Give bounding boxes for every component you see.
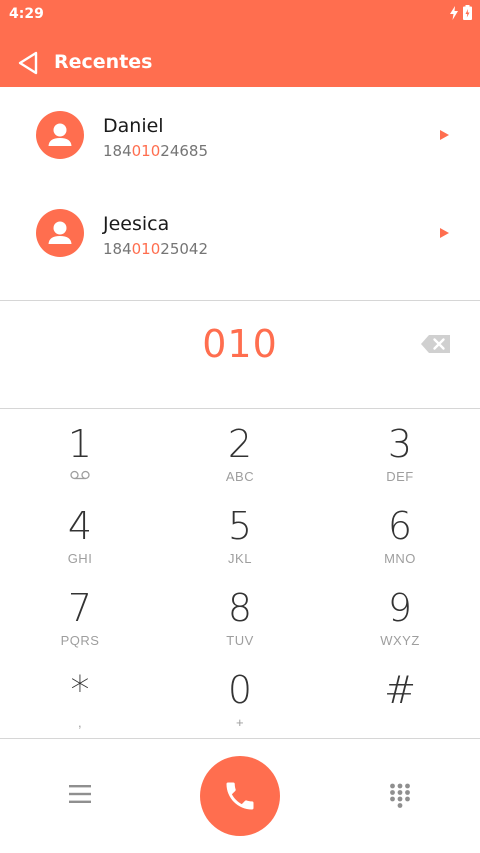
person-icon	[48, 221, 72, 244]
key-digit: 5	[227, 504, 253, 548]
app-header: 4:29 Recentes	[0, 0, 480, 87]
battery-icon	[463, 5, 472, 20]
contact-name: Jeesica	[103, 213, 170, 235]
key-9[interactable]: 9 WXYZ	[340, 586, 460, 666]
divider	[0, 408, 480, 409]
key-letters: PQRS	[60, 633, 100, 648]
key-0[interactable]: 0 +	[180, 668, 300, 748]
key-digit: *	[70, 668, 90, 712]
back-triangle-icon	[18, 51, 38, 75]
contact-number: 18401024685	[103, 142, 208, 160]
contact-name: Daniel	[103, 115, 164, 137]
key-letters: TUV	[226, 633, 254, 648]
phone-icon	[226, 782, 254, 810]
key-letters: WXYZ	[380, 633, 420, 648]
dialed-number[interactable]: 010	[0, 322, 480, 366]
number-prefix: 184	[103, 240, 132, 258]
key-digit: 6	[387, 504, 413, 548]
divider	[0, 738, 480, 739]
key-digit: 7	[67, 586, 93, 630]
key-letters: ABC	[225, 469, 255, 484]
call-button[interactable]	[200, 756, 280, 836]
key-digit: #	[384, 668, 416, 712]
menu-icon[interactable]	[69, 784, 91, 804]
key-1[interactable]: 1	[20, 422, 140, 502]
status-time: 4:29	[9, 6, 44, 22]
avatar	[36, 209, 84, 257]
key-6[interactable]: 6 MNO	[340, 504, 460, 584]
key-digit: 3	[387, 422, 413, 466]
number-suffix: 24685	[160, 142, 208, 160]
key-8[interactable]: 8 TUV	[180, 586, 300, 666]
key-digit: 2	[227, 422, 253, 466]
number-suffix: 25042	[160, 240, 208, 258]
key-7[interactable]: 7 PQRS	[20, 586, 140, 666]
key-5[interactable]: 5 JKL	[180, 504, 300, 584]
key-digit: 8	[227, 586, 253, 630]
key-4[interactable]: 4 GHI	[20, 504, 140, 584]
page-title: Recentes	[54, 51, 153, 73]
voicemail-icon	[70, 470, 90, 480]
number-prefix: 184	[103, 142, 132, 160]
key-star[interactable]: * ,	[20, 668, 140, 748]
contact-item[interactable]: Daniel 18401024685	[0, 87, 480, 183]
contact-number: 18401025042	[103, 240, 208, 258]
key-digit: 4	[67, 504, 93, 548]
number-match: 010	[131, 142, 161, 160]
key-hash[interactable]: #	[340, 668, 460, 748]
dialpad-icon[interactable]	[389, 783, 411, 809]
key-letters: +	[235, 715, 245, 730]
key-digit: 9	[387, 586, 413, 630]
key-3[interactable]: 3 DEF	[340, 422, 460, 502]
number-match: 010	[131, 240, 161, 258]
key-letters: GHI	[67, 551, 93, 566]
arrow-right-icon[interactable]	[440, 130, 449, 140]
dialer-screen: 4:29 Recentes Daniel 18401024685 Jeesica…	[0, 0, 480, 853]
status-icons	[450, 5, 472, 20]
charging-icon	[450, 5, 458, 20]
contact-item[interactable]: Jeesica 18401025042	[0, 185, 480, 281]
key-letters: ,	[77, 715, 83, 730]
divider	[0, 300, 480, 301]
key-2[interactable]: 2 ABC	[180, 422, 300, 502]
backspace-icon[interactable]	[421, 334, 451, 354]
back-button[interactable]	[14, 48, 42, 78]
person-icon	[48, 123, 72, 146]
arrow-right-icon[interactable]	[440, 228, 449, 238]
key-digit: 1	[67, 422, 93, 466]
key-letters: JKL	[228, 551, 252, 566]
key-letters: DEF	[386, 469, 414, 484]
key-letters: MNO	[384, 551, 416, 566]
avatar	[36, 111, 84, 159]
key-digit: 0	[227, 668, 253, 712]
